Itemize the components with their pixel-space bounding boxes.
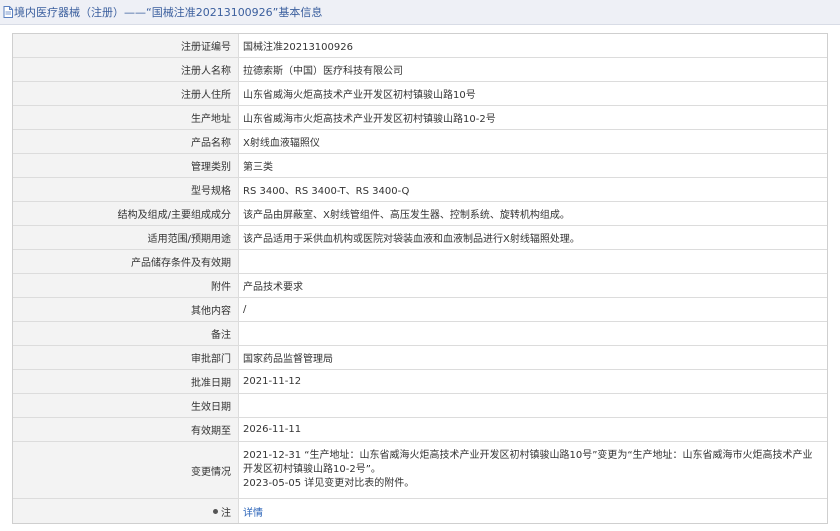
row-label: 注册人名称	[13, 58, 239, 81]
table-row: 附件 产品技术要求	[13, 274, 827, 298]
detail-label: 注	[221, 507, 231, 519]
table-row: 生产地址 山东省威海市火炬高技术产业开发区初村镇骏山路10-2号	[13, 106, 827, 130]
row-label: 产品储存条件及有效期	[13, 250, 239, 273]
row-value: 山东省威海火炬高技术产业开发区初村镇骏山路10号	[243, 90, 476, 101]
row-label: 批准日期	[13, 370, 239, 393]
change-text-line: 2023-05-05 详见变更对比表的附件。	[243, 478, 415, 489]
row-value: 该产品适用于采供血机构或医院对袋装血液和血液制品进行X射线辐照处理。	[243, 234, 580, 245]
table-row: 其他内容 /	[13, 298, 827, 322]
row-label: 备注	[13, 322, 239, 345]
change-text-line: 开发区初村镇骏山路10-2号”。	[243, 464, 381, 475]
change-text-line: 2021-12-31 “生产地址：山东省威海火炬高技术产业开发区初村镇骏山路10…	[243, 450, 813, 461]
table-row: 适用范围/预期用途 该产品适用于采供血机构或医院对袋装血液和血液制品进行X射线辐照…	[13, 226, 827, 250]
table-row: 产品名称 X射线血液辐照仪	[13, 130, 827, 154]
table-row: 注册人住所 山东省威海火炬高技术产业开发区初村镇骏山路10号	[13, 82, 827, 106]
row-label: 附件	[13, 274, 239, 297]
row-value: X射线血液辐照仪	[243, 138, 320, 149]
row-label: 结构及组成/主要组成成分	[13, 202, 239, 225]
page-title: 境内医疗器械（注册）——“国械注准20213100926”基本信息	[14, 6, 323, 19]
row-value: 2021-11-12	[243, 376, 302, 387]
row-label: 有效期至	[13, 418, 239, 441]
row-value: 2026-11-11	[243, 424, 302, 435]
table-row: 注册证编号 国械注准20213100926	[13, 34, 827, 58]
table-row: 备注	[13, 322, 827, 346]
row-value: 2021-12-31 “生产地址：山东省威海火炬高技术产业开发区初村镇骏山路10…	[239, 442, 827, 498]
page-header: 境内医疗器械（注册）——“国械注准20213100926”基本信息	[0, 0, 840, 25]
table-row: 有效期至 2026-11-11	[13, 418, 827, 442]
document-icon	[3, 6, 13, 18]
row-value	[239, 322, 827, 345]
table-row: 产品储存条件及有效期	[13, 250, 827, 274]
row-label: 注册证编号	[13, 34, 239, 57]
info-table: 注册证编号 国械注准20213100926 注册人名称 拉德索斯（中国）医疗科技有限公…	[12, 33, 828, 524]
row-value	[239, 250, 827, 273]
table-row: 结构及组成/主要组成成分 该产品由屏蔽室、X射线管组件、高压发生器、控制系统、旋转…	[13, 202, 827, 226]
table-row: 管理类别 第三类	[13, 154, 827, 178]
row-label: 注	[13, 499, 239, 523]
table-row: 审批部门 国家药品监督管理局	[13, 346, 827, 370]
row-label: 审批部门	[13, 346, 239, 369]
row-value: 第三类	[243, 162, 273, 173]
row-label: 生效日期	[13, 394, 239, 417]
table-row-detail: 注 详情	[13, 499, 827, 523]
row-value: /	[243, 304, 247, 315]
table-row-change: 变更情况 2021-12-31 “生产地址：山东省威海火炬高技术产业开发区初村镇…	[13, 442, 827, 499]
row-value: 详情	[239, 499, 827, 523]
row-value: 国家药品监督管理局	[243, 354, 333, 365]
row-label: 变更情况	[13, 442, 239, 498]
row-value	[239, 394, 827, 417]
row-value: 国械注准20213100926	[243, 42, 353, 53]
row-value: 山东省威海市火炬高技术产业开发区初村镇骏山路10-2号	[243, 114, 496, 125]
table-row: 型号规格 RS 3400、RS 3400-T、RS 3400-Q	[13, 178, 827, 202]
row-value: 产品技术要求	[243, 282, 303, 293]
row-label: 生产地址	[13, 106, 239, 129]
row-label: 其他内容	[13, 298, 239, 321]
detail-link[interactable]: 详情	[243, 504, 263, 519]
row-value: 该产品由屏蔽室、X射线管组件、高压发生器、控制系统、旋转机构组成。	[243, 210, 570, 221]
row-value: 拉德索斯（中国）医疗科技有限公司	[243, 66, 403, 77]
bullet-icon	[213, 508, 218, 514]
row-label: 注册人住所	[13, 82, 239, 105]
row-label: 型号规格	[13, 178, 239, 201]
table-row: 生效日期	[13, 394, 827, 418]
row-label: 适用范围/预期用途	[13, 226, 239, 249]
row-value: RS 3400、RS 3400-T、RS 3400-Q	[243, 186, 410, 197]
table-row: 注册人名称 拉德索斯（中国）医疗科技有限公司	[13, 58, 827, 82]
row-label: 产品名称	[13, 130, 239, 153]
row-label: 管理类别	[13, 154, 239, 177]
table-row: 批准日期 2021-11-12	[13, 370, 827, 394]
